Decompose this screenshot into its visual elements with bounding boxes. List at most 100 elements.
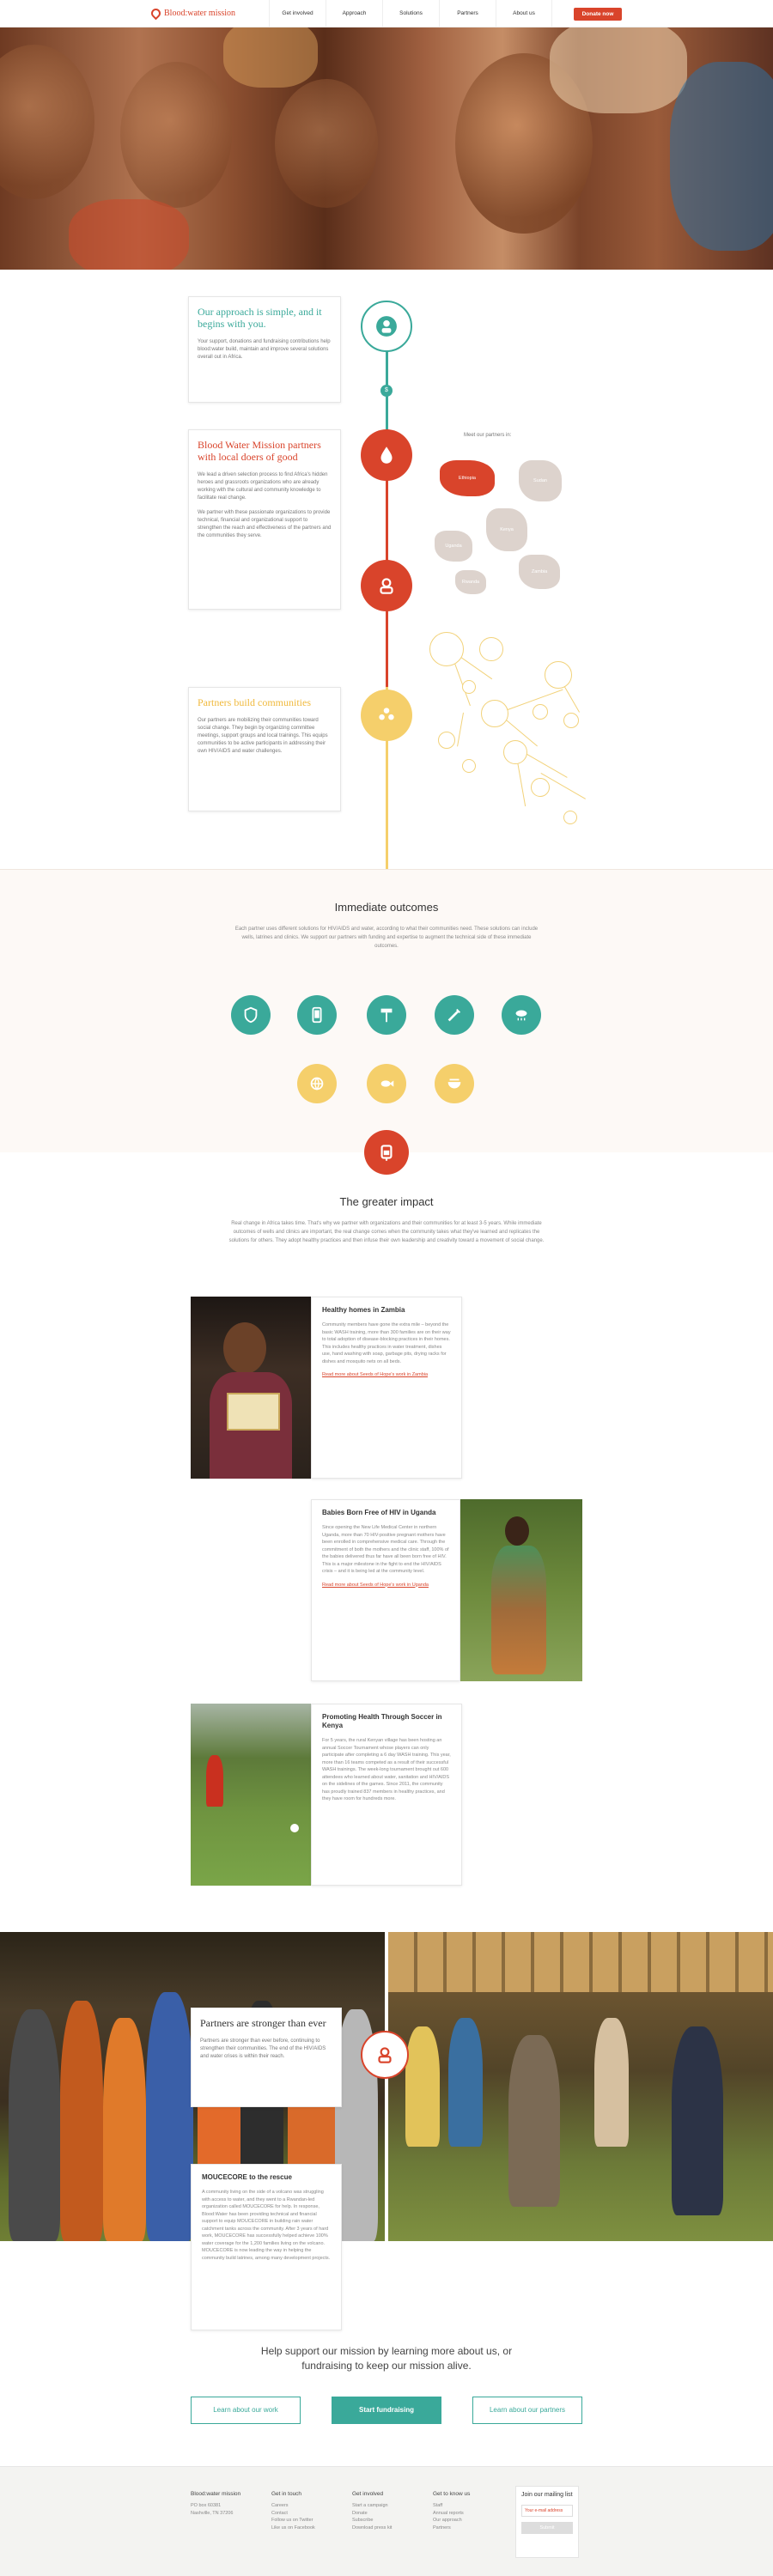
submit-button[interactable]: Submit: [521, 2522, 573, 2534]
learn-about-our-work-button[interactable]: Learn about our work: [191, 2397, 301, 2424]
footer-col-address: Blood:water mission PO box 60381 Nashvil…: [191, 2491, 241, 2516]
footer-link-facebook[interactable]: Like us on Facebook: [271, 2524, 315, 2532]
story-image-kenya: [191, 1704, 311, 1886]
nav-get-involved[interactable]: Get involved: [269, 0, 326, 27]
community-icon: [379, 708, 394, 720]
stronger-card: Partners are stronger than ever Partners…: [191, 2008, 342, 2107]
country-sudan[interactable]: Sudan: [519, 460, 562, 501]
footer-col-get-to-know-us: Get to know us Staff Annual reports Our …: [433, 2491, 471, 2532]
outcomes-title: Immediate outcomes: [334, 901, 439, 914]
partners-stronger-section: Partners are stronger than ever Partners…: [0, 1932, 773, 2241]
water-drop-icon: [380, 447, 393, 464]
footer-link-twitter[interactable]: Follow us on Twitter: [271, 2517, 315, 2524]
map-label: Meet our partners in:: [464, 433, 512, 438]
cta-text: Help support our mission by learning mor…: [260, 2345, 513, 2372]
impact-description: Real change in Africa takes time. That's…: [228, 1221, 545, 1243]
stronger-node: [361, 2031, 409, 2079]
mailing-list-box: Join our mailing list Your e-mail addres…: [515, 2486, 579, 2558]
person-icon: [376, 316, 397, 337]
country-kenya[interactable]: Kenya: [486, 508, 527, 551]
logo[interactable]: Blood:water mission: [149, 6, 236, 21]
approach-card-2-title: Blood Water Mission partners with local …: [198, 439, 321, 463]
country-uganda[interactable]: Uganda: [435, 531, 472, 562]
story-image-zambia: [191, 1297, 311, 1479]
footer-link-careers[interactable]: Careers: [271, 2502, 315, 2510]
country-zambia[interactable]: Zambia: [519, 555, 560, 589]
nav-solutions[interactable]: Solutions: [382, 0, 439, 27]
impact-node: [364, 1130, 409, 1175]
person-outline-icon: [378, 2047, 392, 2063]
donate-now-button[interactable]: Donate now: [574, 8, 622, 21]
footer-link-contact[interactable]: Contact: [271, 2510, 315, 2518]
phone-icon[interactable]: [297, 995, 337, 1035]
partner-node: [361, 560, 412, 611]
learn-about-our-partners-button[interactable]: Learn about our partners: [472, 2397, 582, 2424]
footer-link-press-kit[interactable]: Download press kit: [352, 2524, 392, 2532]
crowd-photo-right: [388, 1932, 773, 2241]
story-card-zambia: Healthy homes in Zambia Community member…: [311, 1297, 462, 1479]
approach-card-3: Partners build communities Our partners …: [188, 687, 341, 811]
top-navigation-bar: Blood:water mission Get involved Approac…: [0, 0, 773, 27]
immediate-outcomes-section: Immediate outcomes Each partner uses dif…: [0, 869, 773, 1152]
email-field[interactable]: Your e-mail address: [521, 2505, 573, 2517]
approach-card-2: Blood Water Mission partners with local …: [188, 429, 341, 610]
community-node: [361, 690, 412, 741]
footer-link-subscribe[interactable]: Subscribe: [352, 2517, 392, 2524]
moucecore-card: MOUCECORE to the rescue A community livi…: [191, 2164, 342, 2330]
story-link-uganda[interactable]: Read more about Seeds of Hope's work in …: [322, 1583, 429, 1588]
footer-link-our-approach[interactable]: Our approach: [433, 2517, 470, 2524]
approach-card-1-body: Your support, donations and fundraising …: [198, 339, 331, 360]
story-body-uganda: Since opening the New Life Medical Cente…: [322, 1525, 449, 1574]
outcomes-description: Each partner uses different solutions fo…: [234, 927, 539, 949]
approach-card-1-title: Our approach is simple, and it begins wi…: [198, 306, 322, 330]
hero-image: [0, 27, 773, 270]
approach-card-1: Our approach is simple, and it begins wi…: [188, 296, 341, 403]
nav-approach[interactable]: Approach: [326, 0, 382, 27]
nav-about-us[interactable]: About us: [496, 0, 552, 27]
story-card-uganda: Babies Born Free of HIV in Uganda Since …: [311, 1499, 460, 1681]
country-rwanda[interactable]: Rwanda: [455, 570, 486, 594]
story-link-zambia[interactable]: Read more about Seeds of Hope's work in …: [322, 1372, 428, 1377]
story-title-zambia: Healthy homes in Zambia: [322, 1306, 405, 1314]
story-card-kenya: Promoting Health Through Soccer in Kenya…: [311, 1704, 462, 1886]
footer: Blood:water mission PO box 60381 Nashvil…: [0, 2466, 773, 2576]
fish-icon[interactable]: [367, 1064, 406, 1103]
supporter-node: [361, 301, 412, 352]
story-body-kenya: For 5 years, the rural Kenyan village ha…: [322, 1738, 451, 1801]
footer-col-get-involved: Get involved Start a campaign Donate Sub…: [352, 2491, 393, 2532]
moucecore-body: A community living on the side of a volc…: [202, 2190, 331, 2261]
stronger-title: Partners are stronger than ever: [200, 2017, 326, 2029]
story-image-uganda: [460, 1499, 582, 1681]
partner-person-icon: [380, 578, 393, 594]
start-fundraising-button[interactable]: Start fundraising: [332, 2397, 441, 2424]
shield-icon[interactable]: [231, 995, 271, 1035]
approach-card-2-body-2: We partner with these passionate organiz…: [198, 510, 332, 538]
stronger-body: Partners are stronger than ever before, …: [200, 2038, 326, 2059]
nav-partners[interactable]: Partners: [439, 0, 496, 27]
hammer-icon[interactable]: [367, 995, 406, 1035]
blood-bag-icon: [380, 1145, 393, 1161]
mailing-list-title: Join our mailing list: [521, 2492, 573, 2498]
footer-link-start-campaign[interactable]: Start a campaign: [352, 2502, 392, 2510]
blood-drop-icon: [149, 6, 163, 21]
globe-icon[interactable]: [297, 1064, 337, 1103]
story-title-kenya: Promoting Health Through Soccer in Kenya: [322, 1713, 442, 1729]
footer-link-staff[interactable]: Staff: [433, 2502, 470, 2510]
logo-text: Blood:water mission: [164, 9, 236, 18]
main-nav: Get involved Approach Solutions Partners…: [269, 0, 552, 27]
footer-link-partners[interactable]: Partners: [433, 2524, 470, 2532]
impact-title: The greater impact: [339, 1195, 434, 1208]
story-title-uganda: Babies Born Free of HIV in Uganda: [322, 1509, 436, 1516]
approach-card-2-body-1: We lead a driven selection process to fi…: [198, 472, 328, 501]
rain-cloud-icon[interactable]: [502, 995, 541, 1035]
bowl-icon[interactable]: [435, 1064, 474, 1103]
country-ethiopia[interactable]: Ethiopia: [440, 460, 495, 496]
approach-card-3-title: Partners build communities: [198, 696, 311, 708]
syringe-icon[interactable]: [435, 995, 474, 1035]
story-body-zambia: Community members have gone the extra mi…: [322, 1322, 451, 1364]
approach-card-3-body: Our partners are mobilizing their commun…: [198, 718, 328, 754]
footer-link-donate[interactable]: Donate: [352, 2510, 392, 2518]
dollar-step-marker: $: [380, 385, 393, 397]
footer-link-annual-reports[interactable]: Annual reports: [433, 2510, 470, 2518]
footer-col-get-in-touch: Get in touch Careers Contact Follow us o…: [271, 2491, 315, 2532]
